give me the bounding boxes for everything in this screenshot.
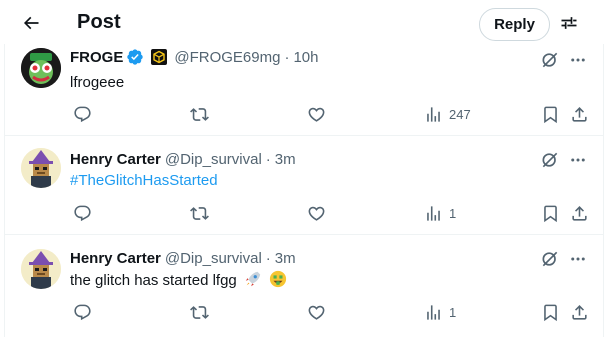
heart-icon <box>308 107 325 122</box>
grok-icon[interactable] <box>540 249 560 269</box>
post-header: Post Reply <box>0 0 611 44</box>
reply-bubble-icon <box>74 205 91 221</box>
repost-action-button[interactable] <box>190 202 209 224</box>
repost-action-button[interactable] <box>190 103 209 125</box>
share-upload-icon <box>572 304 587 320</box>
share-upload-icon <box>572 205 587 221</box>
separator-dot: · <box>265 150 271 168</box>
tweet-header: Henry Carter @Dip_survival · 3m <box>70 149 296 169</box>
like-action-button[interactable] <box>307 103 326 125</box>
views-chart-icon <box>427 304 440 320</box>
reply-action-button[interactable] <box>73 103 92 125</box>
views-chart-icon <box>427 106 440 122</box>
hashtag-link[interactable]: #TheGlitchHasStarted <box>70 172 218 189</box>
views-count: 1 <box>449 205 457 221</box>
back-button[interactable] <box>17 9 45 37</box>
user-handle[interactable]: @Dip_survival <box>165 151 262 168</box>
heart-icon <box>308 305 325 320</box>
pixel-wizard-avatar-image <box>21 249 61 289</box>
reply-button[interactable]: Reply <box>479 8 550 41</box>
avatar[interactable] <box>21 48 61 88</box>
affiliate-cube-badge-icon <box>151 49 168 65</box>
tweet-actions: 1 <box>70 301 600 323</box>
tweet-header: FROGE @FROGE69mg · 10h <box>70 47 318 67</box>
rocket-emoji-icon <box>245 271 261 287</box>
share-action-button[interactable] <box>570 103 589 125</box>
tweet-actions: 247 <box>70 103 600 125</box>
separator-dot: · <box>284 48 290 66</box>
bookmark-icon <box>544 106 557 123</box>
separator-dot: · <box>265 249 271 267</box>
tweet-header: Henry Carter @Dip_survival · 3m <box>70 248 296 268</box>
grok-icon[interactable] <box>540 50 560 70</box>
bookmark-action-button[interactable] <box>541 202 560 224</box>
bookmark-icon <box>544 304 557 321</box>
tweet[interactable]: FROGE @FROGE69mg · 10h lfrogeee 247 <box>5 44 603 136</box>
views-count: 1 <box>449 304 457 320</box>
timestamp[interactable]: 3m <box>275 151 296 168</box>
like-action-button[interactable] <box>307 202 326 224</box>
back-arrow-icon <box>23 16 39 30</box>
heart-icon <box>308 206 325 221</box>
avatar[interactable] <box>21 249 61 289</box>
verified-badge-icon <box>126 48 144 66</box>
views-action-button[interactable]: 247 <box>424 103 471 125</box>
repost-icon <box>190 206 209 220</box>
display-name[interactable]: Henry Carter <box>70 151 161 168</box>
money-mouth-face-emoji-icon <box>270 270 287 288</box>
frog-avatar-image <box>21 48 61 88</box>
tweet[interactable]: Henry Carter @Dip_survival · 3m #TheGlit… <box>5 136 603 235</box>
reply-bubble-icon <box>74 106 91 122</box>
more-options-icon[interactable] <box>568 150 588 170</box>
settings-sliders-icon[interactable] <box>557 11 581 35</box>
share-action-button[interactable] <box>570 301 589 323</box>
timestamp[interactable]: 10h <box>293 49 318 66</box>
tweet-actions: 1 <box>70 202 600 224</box>
tweet-text: the glitch has started lfgg <box>70 272 237 289</box>
conversation-thread: FROGE @FROGE69mg · 10h lfrogeee 247 Henr… <box>4 44 604 337</box>
reply-action-button[interactable] <box>73 301 92 323</box>
reply-bubble-icon <box>74 304 91 320</box>
like-action-button[interactable] <box>307 301 326 323</box>
tweet-text: lfrogeee <box>70 74 125 91</box>
reply-action-button[interactable] <box>73 202 92 224</box>
views-action-button[interactable]: 1 <box>424 202 456 224</box>
avatar[interactable] <box>21 148 61 188</box>
views-action-button[interactable]: 1 <box>424 301 456 323</box>
bookmark-icon <box>544 205 557 222</box>
views-chart-icon <box>427 205 440 221</box>
tweet-text-row: the glitch has started lfgg <box>70 270 287 289</box>
more-options-icon[interactable] <box>568 249 588 269</box>
pixel-wizard-avatar-image <box>21 148 61 188</box>
more-options-icon[interactable] <box>568 50 588 70</box>
views-count: 247 <box>449 106 471 122</box>
repost-action-button[interactable] <box>190 301 209 323</box>
display-name[interactable]: Henry Carter <box>70 250 161 267</box>
page-title: Post <box>77 11 121 33</box>
share-action-button[interactable] <box>570 202 589 224</box>
repost-icon <box>190 107 209 121</box>
user-handle[interactable]: @Dip_survival <box>165 250 262 267</box>
bookmark-action-button[interactable] <box>541 103 560 125</box>
grok-icon[interactable] <box>540 150 560 170</box>
tweet[interactable]: Henry Carter @Dip_survival · 3m the glit… <box>5 235 603 337</box>
timestamp[interactable]: 3m <box>275 250 296 267</box>
display-name[interactable]: FROGE <box>70 49 123 66</box>
repost-icon <box>190 305 209 319</box>
user-handle[interactable]: @FROGE69mg <box>174 49 280 66</box>
share-upload-icon <box>572 106 587 122</box>
bookmark-action-button[interactable] <box>541 301 560 323</box>
